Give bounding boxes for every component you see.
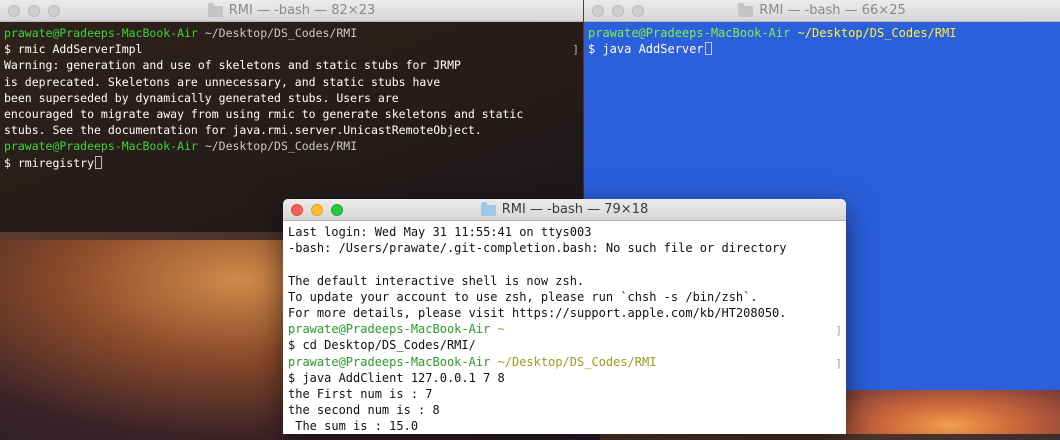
command-line: $ rmic AddServerImpl — [4, 42, 143, 57]
output-line: Warning: generation and use of skeletons… — [4, 58, 461, 73]
zoom-button[interactable] — [48, 5, 60, 17]
window-title: RMI — -bash — 66×25 — [759, 3, 906, 18]
zoom-button[interactable] — [331, 204, 343, 216]
last-login-line: Last login: Wed May 31 11:55:41 on ttys0… — [288, 225, 592, 239]
zoom-button[interactable] — [632, 5, 644, 17]
window-controls — [8, 5, 60, 17]
command-line: $ java AddServer — [588, 42, 704, 57]
prompt-user: prawate@Pradeeps-MacBook-Air — [588, 26, 791, 40]
output-line: is deprecated. Skeletons are unnecessary… — [4, 74, 441, 89]
line-marker: ] — [835, 324, 842, 337]
line-marker: ] — [572, 43, 579, 56]
minimize-button[interactable] — [28, 5, 40, 17]
command-line: $ java AddClient 127.0.0.1 7 8 — [288, 370, 505, 385]
output-line: For more details, please visit https://s… — [288, 306, 787, 321]
output-line: To update your account to use zsh, pleas… — [288, 289, 758, 304]
window-title: RMI — -bash — 79×18 — [501, 202, 649, 217]
text-cursor — [704, 42, 712, 56]
command-line: $ rmiregistry — [4, 155, 95, 170]
terminal-window-client[interactable]: RMI — -bash — 79×18 Last login: Wed May … — [283, 199, 846, 434]
command-line: $ cd Desktop/DS_Codes/RMI/ — [288, 338, 476, 353]
close-button[interactable] — [592, 5, 604, 17]
folder-icon — [480, 201, 496, 216]
close-button[interactable] — [8, 5, 20, 17]
prompt-user: prawate@Pradeeps-MacBook-Air — [288, 354, 491, 369]
folder-icon — [738, 2, 754, 17]
output-line: stubs. See the documentation for java.rm… — [4, 123, 482, 138]
prompt-path: ~/Desktop/DS_Codes/RMI — [797, 26, 957, 40]
window-controls — [592, 5, 644, 17]
window-title: RMI — -bash — 82×23 — [228, 3, 376, 18]
output-line: been superseded by dynamically generated… — [4, 90, 399, 105]
terminal-window-rmiregistry[interactable]: RMI — -bash — 82×23 prawate@Pradeeps-Mac… — [0, 0, 583, 232]
line-marker: ] — [835, 357, 842, 370]
folder-icon — [207, 2, 223, 17]
window-titlebar[interactable]: RMI — -bash — 66×25 — [584, 0, 1060, 22]
error-line: -bash: /Users/prawate/.git-completion.ba… — [288, 241, 787, 256]
minimize-button[interactable] — [612, 5, 624, 17]
window-titlebar[interactable]: RMI — -bash — 82×23 — [0, 0, 583, 22]
output-line: The sum is : 15.0 — [288, 419, 419, 434]
output-line: the second num is : 8 — [288, 403, 440, 418]
prompt-user: prawate@Pradeeps-MacBook-Air — [288, 322, 491, 337]
output-line: encouraged to migrate away from using rm… — [4, 107, 524, 122]
prompt-path: ~ — [497, 322, 505, 337]
prompt-path: ~/Desktop/DS_Codes/RMI — [204, 139, 358, 154]
output-line: The default interactive shell is now zsh… — [288, 273, 585, 288]
minimize-button[interactable] — [311, 204, 323, 216]
close-button[interactable] — [291, 204, 303, 216]
output-line: the First num is : 7 — [288, 387, 433, 402]
terminal-content[interactable]: prawate@Pradeeps-MacBook-Air ~/Desktop/D… — [584, 22, 1060, 57]
prompt-path: ~/Desktop/DS_Codes/RMI — [204, 26, 358, 40]
prompt-path: ~/Desktop/DS_Codes/RMI — [497, 354, 657, 369]
text-cursor — [95, 155, 103, 169]
prompt-user: prawate@Pradeeps-MacBook-Air — [4, 139, 198, 154]
terminal-content[interactable]: prawate@Pradeeps-MacBook-Air ~/Desktop/D… — [0, 22, 583, 171]
wallpaper-mountain-peak — [840, 390, 1060, 434]
window-titlebar[interactable]: RMI — -bash — 79×18 — [283, 199, 846, 221]
prompt-user: prawate@Pradeeps-MacBook-Air — [4, 26, 198, 40]
terminal-content[interactable]: Last login: Wed May 31 11:55:41 on ttys0… — [283, 221, 846, 434]
window-controls — [291, 204, 343, 216]
